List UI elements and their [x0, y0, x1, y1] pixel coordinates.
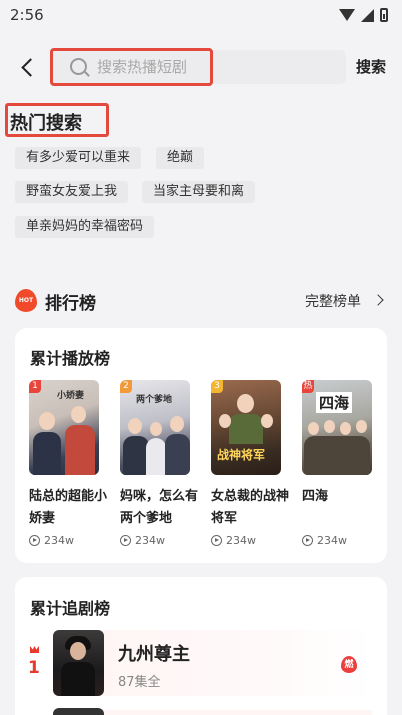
drama-poster[interactable]: 两个爹地 2 — [120, 380, 190, 475]
list-item-title[interactable]: 九州尊主 — [118, 640, 190, 666]
rank-badge: 2 — [120, 380, 132, 393]
rank-number: 1 — [28, 658, 40, 678]
drama-thumbnail[interactable] — [53, 708, 104, 715]
hot-fire-icon: HOT — [15, 289, 37, 312]
full-list-link[interactable]: 完整榜单 — [305, 291, 361, 311]
ranking-header: HOT 排行榜 完整榜单 — [0, 288, 402, 314]
search-row: 搜索 — [0, 48, 402, 88]
search-button[interactable]: 搜索 — [356, 56, 386, 77]
chevron-right-icon[interactable] — [372, 294, 384, 306]
fire-icon: 燃 — [341, 656, 357, 673]
play-icon — [211, 535, 222, 546]
drama-thumbnail[interactable] — [53, 630, 104, 696]
play-count-value: 234w — [317, 534, 347, 547]
play-count: 234w — [211, 534, 256, 547]
ranking-title: 排行榜 — [45, 294, 96, 314]
drama-title[interactable]: 妈咪，怎么有两个爹地 — [120, 486, 198, 530]
wifi-icon — [339, 9, 355, 21]
list-item-background — [100, 710, 372, 715]
rank-badge: 3 — [211, 380, 223, 393]
drama-poster[interactable]: 战神将军 3 — [211, 380, 281, 475]
hot-search-title: 热门搜索 — [10, 113, 82, 134]
drama-poster[interactable]: 四海 热 — [302, 380, 372, 475]
signal-icon — [361, 8, 374, 22]
drama-title[interactable]: 四海 — [302, 486, 380, 508]
play-count: 234w — [120, 534, 165, 547]
play-count-value: 234w — [226, 534, 256, 547]
search-input[interactable] — [97, 54, 207, 80]
play-icon — [120, 535, 131, 546]
search-icon — [70, 58, 87, 75]
drama-poster[interactable]: 小娇妻 1 — [29, 380, 99, 475]
battery-icon — [380, 8, 388, 22]
back-arrow-icon[interactable] — [18, 56, 38, 78]
drama-title[interactable]: 陆总的超能小娇妻 — [29, 486, 107, 530]
poster-title-text: 小娇妻 — [57, 391, 85, 401]
cumulative-follow-title: 累计追剧榜 — [30, 599, 111, 618]
status-icons — [339, 8, 388, 22]
hot-search-tag[interactable]: 当家主母要和离 — [142, 181, 256, 203]
list-item-episodes: 87集全 — [118, 675, 161, 690]
play-count: 234w — [29, 534, 74, 547]
hot-search-tag[interactable]: 有多少爱可以重来 — [15, 147, 142, 169]
hot-search-tag[interactable]: 绝巅 — [156, 147, 205, 169]
hot-search-tag[interactable]: 野蛮女友爱上我 — [15, 181, 129, 203]
play-icon — [302, 535, 313, 546]
play-count: 234w — [302, 534, 347, 547]
cumulative-play-title: 累计播放榜 — [30, 349, 111, 368]
status-bar: 2:56 — [0, 0, 402, 30]
play-icon — [29, 535, 40, 546]
status-time: 2:56 — [10, 6, 44, 24]
rank-badge: 热 — [302, 380, 314, 393]
search-box[interactable] — [50, 48, 346, 86]
poster-title-text: 战神将军 — [217, 448, 266, 462]
play-count-value: 234w — [135, 534, 165, 547]
play-count-value: 234w — [44, 534, 74, 547]
drama-title[interactable]: 女总裁的战神将军 — [211, 486, 289, 530]
poster-title-text: 两个爹地 — [136, 395, 173, 405]
rank-badge: 1 — [29, 380, 41, 393]
poster-title-text: 四海 — [316, 392, 353, 413]
hot-search-tag[interactable]: 单亲妈妈的幸福密码 — [15, 216, 155, 238]
